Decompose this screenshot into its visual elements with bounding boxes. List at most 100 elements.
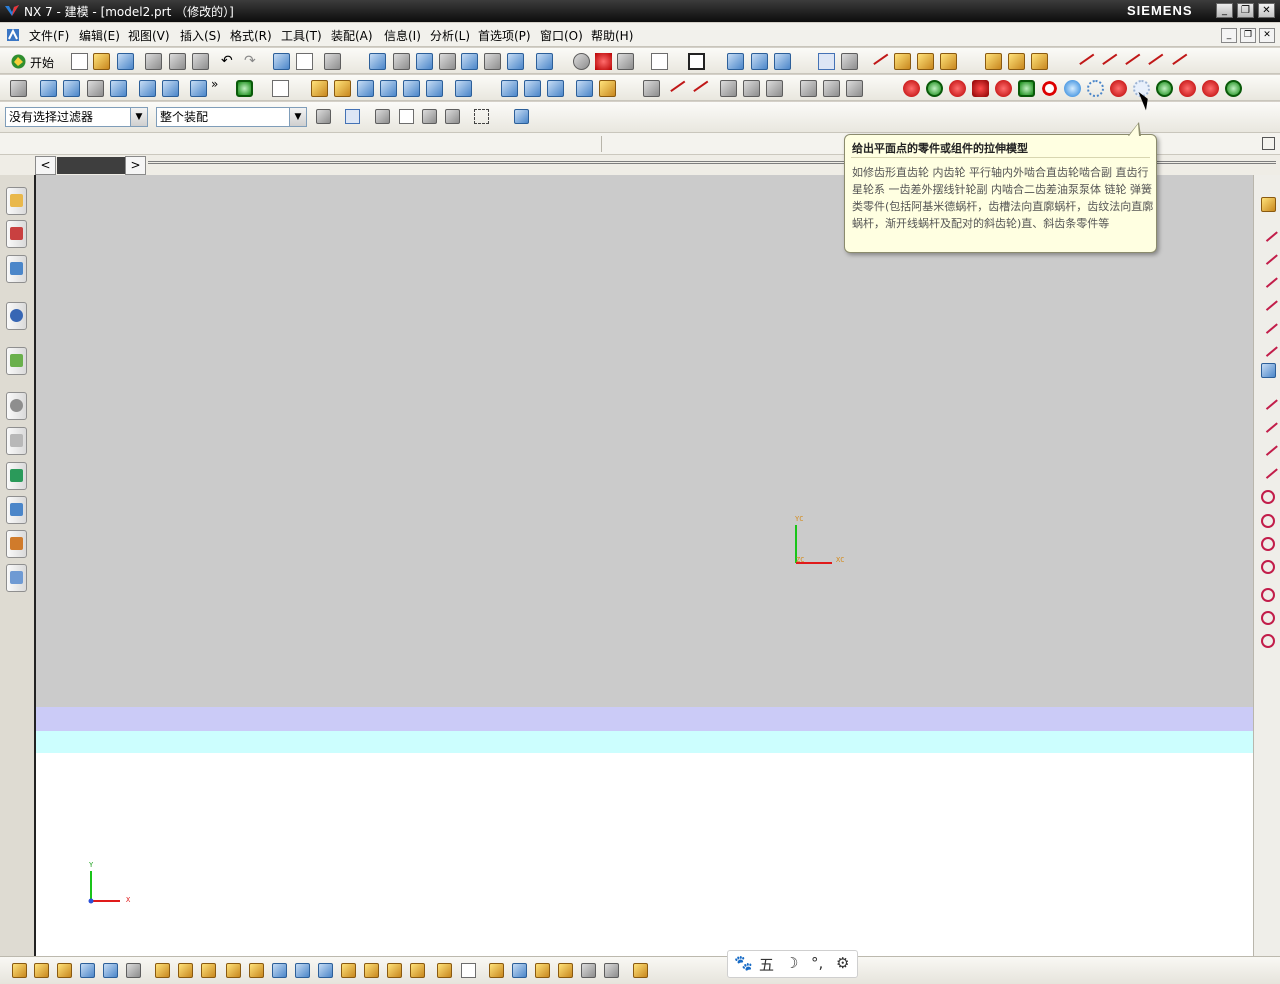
measure-angle-icon[interactable] <box>894 53 911 70</box>
planetary-gear-icon[interactable] <box>972 80 989 97</box>
pattern-icon[interactable] <box>455 80 472 97</box>
cut-icon[interactable] <box>145 53 162 70</box>
zoom-region-icon[interactable] <box>393 53 410 70</box>
helical-gear-icon[interactable] <box>1110 80 1127 97</box>
dock-grip-icon[interactable] <box>1261 197 1276 212</box>
internal-gear-icon[interactable] <box>926 80 943 97</box>
open-folder-icon[interactable] <box>93 53 110 70</box>
law-curve-icon[interactable] <box>800 80 817 97</box>
constraint-list-icon[interactable] <box>318 963 333 978</box>
graphics-window[interactable]: YC XC ZC <box>36 175 1253 707</box>
sewing-icon[interactable] <box>576 80 593 97</box>
save-icon[interactable] <box>117 53 134 70</box>
circle-radius-icon[interactable] <box>1261 588 1275 602</box>
part-selection-icon[interactable] <box>514 109 529 124</box>
lower-graphics-area[interactable]: Y X <box>36 753 1253 956</box>
chamfer-icon[interactable] <box>334 80 351 97</box>
assembly-navigator-icon[interactable] <box>10 80 27 97</box>
replacement-icon[interactable] <box>387 963 402 978</box>
deformable-icon[interactable] <box>410 963 425 978</box>
zoom-icon[interactable] <box>416 53 433 70</box>
selection-intent-icon[interactable] <box>445 109 460 124</box>
tab-scroll-track[interactable] <box>57 157 125 174</box>
open-by-proximity-icon[interactable] <box>512 963 527 978</box>
scope-select[interactable]: 整个装配 ▼ <box>156 107 307 127</box>
measure-length-icon[interactable] <box>917 53 934 70</box>
system-scenes-tab[interactable] <box>6 564 27 592</box>
helical-rack-icon[interactable] <box>1202 80 1219 97</box>
doc-minimize-button[interactable]: _ <box>1221 28 1237 43</box>
revolve-icon[interactable] <box>87 80 104 97</box>
history-tab[interactable] <box>6 392 27 420</box>
document-menu-icon[interactable] <box>5 27 21 43</box>
process-studio-tab[interactable] <box>6 462 27 490</box>
line-circle-icon[interactable] <box>1258 337 1278 357</box>
thicken-icon[interactable] <box>599 80 616 97</box>
more-tools-icon[interactable] <box>633 963 648 978</box>
start-button[interactable]: 开始 <box>30 54 54 71</box>
chain-icon[interactable] <box>1225 80 1242 97</box>
curve-rule-icon[interactable] <box>422 109 437 124</box>
sprocket-icon[interactable] <box>1041 80 1058 97</box>
move-component-icon[interactable] <box>155 963 170 978</box>
curve-analysis-icon[interactable] <box>665 74 686 92</box>
helix-icon[interactable] <box>766 80 783 97</box>
assembly-load-icon[interactable] <box>985 53 1002 70</box>
wave-geometry-icon[interactable] <box>295 963 310 978</box>
layer-icon[interactable] <box>617 53 634 70</box>
sketch-icon[interactable] <box>40 80 57 97</box>
add-component-icon[interactable] <box>34 963 49 978</box>
orient-view-icon[interactable] <box>536 53 553 70</box>
assembly-cut-icon[interactable] <box>437 963 452 978</box>
offset-face-icon[interactable] <box>403 80 420 97</box>
pocket-icon[interactable] <box>162 80 179 97</box>
minimize-button[interactable]: _ <box>1216 3 1233 18</box>
copy-icon[interactable] <box>169 53 186 70</box>
arc-three-point-icon[interactable] <box>1258 436 1278 456</box>
tangent-line-icon[interactable] <box>1258 314 1278 334</box>
arc-center-icon[interactable] <box>1258 459 1278 479</box>
update-icon[interactable] <box>535 963 550 978</box>
wave-curve-icon[interactable] <box>688 74 709 92</box>
hole-icon[interactable] <box>110 80 127 97</box>
doc-restore-button[interactable]: ❐ <box>1240 28 1256 43</box>
shell-icon[interactable] <box>357 80 374 97</box>
zoom-in-out-icon[interactable] <box>439 53 456 70</box>
assembly-constraint-icon[interactable] <box>12 963 27 978</box>
link-icon[interactable] <box>461 963 476 978</box>
system-materials-tab[interactable] <box>6 427 27 455</box>
cycloid-gear-icon[interactable] <box>995 80 1012 97</box>
shaded-icon[interactable] <box>595 53 612 70</box>
type-filter-select[interactable]: 没有选择过滤器 ▼ <box>5 107 148 127</box>
clearance-icon[interactable] <box>249 963 264 978</box>
pan-icon[interactable] <box>484 53 501 70</box>
show-icon[interactable] <box>604 963 619 978</box>
arc-tangent-icon[interactable] <box>1258 413 1278 433</box>
menu-tools[interactable]: 工具(T) <box>281 27 322 44</box>
unite-icon[interactable] <box>236 80 253 97</box>
toolbar-overflow-chevron[interactable]: » <box>211 77 218 91</box>
menu-analysis[interactable]: 分析(L) <box>430 27 470 44</box>
constraint-navigator-tab[interactable] <box>6 220 27 248</box>
assembly-navigator-tab[interactable] <box>6 187 27 215</box>
general-selection-icon[interactable] <box>316 109 331 124</box>
spur-gear-icon[interactable] <box>903 80 920 97</box>
mirror-assembly-icon[interactable] <box>80 963 95 978</box>
spline-icon[interactable] <box>720 80 737 97</box>
hide-icon[interactable] <box>581 963 596 978</box>
edge-blend-icon[interactable] <box>311 80 328 97</box>
parallel-line-icon[interactable] <box>1258 268 1278 288</box>
measure-distance-icon[interactable] <box>868 47 889 65</box>
component-array-icon[interactable] <box>103 963 118 978</box>
straight-rack-icon[interactable] <box>1179 80 1196 97</box>
manufacturing-wizards-tab[interactable] <box>6 496 27 524</box>
analysis-icon[interactable] <box>643 80 660 97</box>
part-navigator-tab[interactable] <box>6 255 27 283</box>
arrow-selection-icon[interactable] <box>375 109 390 124</box>
roles-tab[interactable] <box>6 530 27 558</box>
menu-preferences[interactable]: 首选项(P) <box>478 27 531 44</box>
curve-extend-icon[interactable] <box>1120 47 1141 65</box>
ime-settings-icon[interactable]: ⚙ <box>836 954 849 972</box>
new-component-icon[interactable] <box>57 963 72 978</box>
arrangement-icon[interactable] <box>364 963 379 978</box>
